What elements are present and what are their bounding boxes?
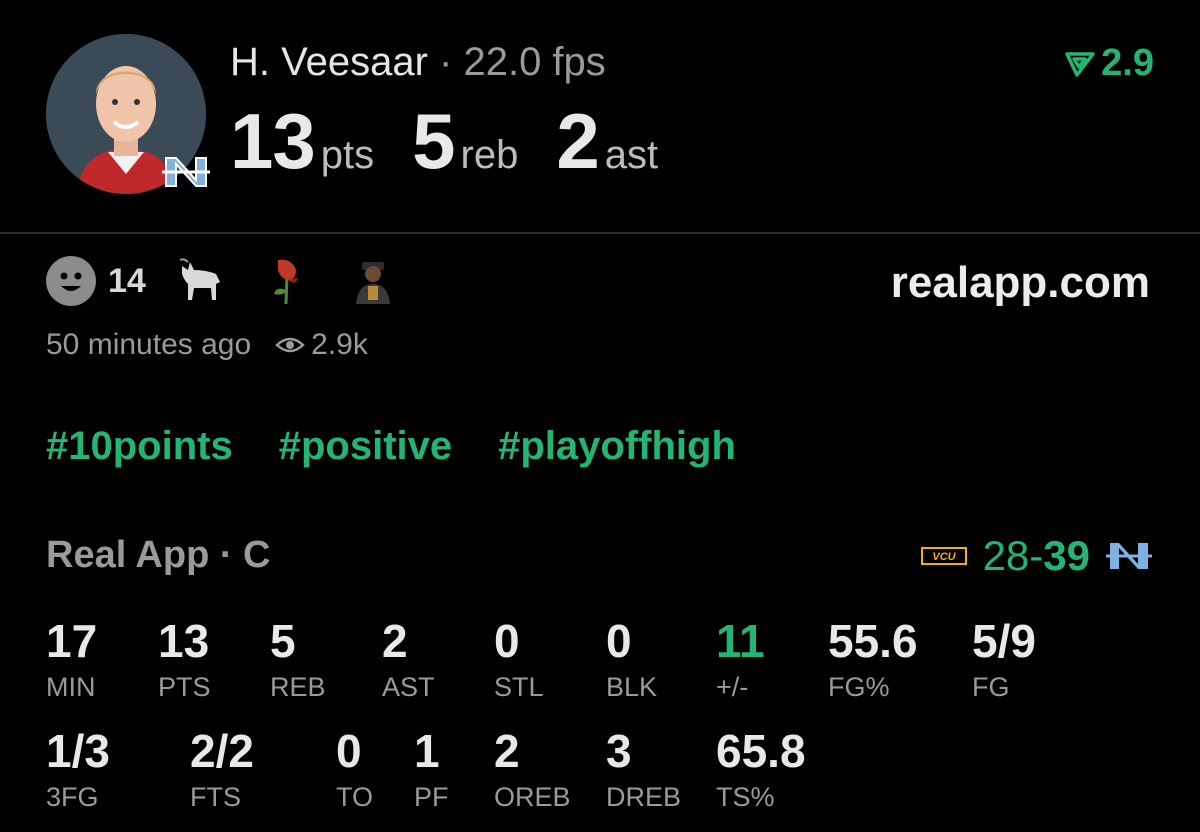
wilted-rose-emoji-icon[interactable] [262, 256, 312, 306]
stat-dreb: 3 DREB [606, 728, 681, 813]
stat-value: 0 [494, 615, 520, 667]
stat-label: FG% [828, 672, 890, 702]
headline-ast-value: 2 [556, 97, 599, 185]
hashtags: #10points #positive #playoffhigh [46, 424, 736, 469]
stat-oreb: 2 OREB [494, 728, 571, 813]
stat-value: 2/2 [190, 725, 254, 777]
score: 28-39 [983, 532, 1090, 580]
score-away: 28 [982, 532, 1030, 579]
stat-value: 0 [606, 615, 632, 667]
unc-logo-icon [160, 150, 212, 194]
real-rating-icon [1065, 51, 1095, 77]
post-time: 50 minutes ago [46, 328, 252, 361]
stat-label: 3FG [46, 782, 99, 812]
stat-label: DREB [606, 782, 682, 812]
headline-ast-unit: ast [604, 133, 659, 177]
name-separator: · [439, 40, 453, 84]
game-score[interactable]: VCU 28-39 [919, 532, 1154, 580]
stat-to: 0 TO [336, 728, 373, 813]
stat-value: 1 [414, 725, 440, 777]
stat-value: 5 [270, 615, 296, 667]
stat-value: 65.8 [716, 725, 806, 777]
stat-fts: 2/2 FTS [190, 728, 254, 813]
league-position: Real App · C [46, 534, 271, 576]
hashtag[interactable]: #playoffhigh [498, 424, 736, 469]
stat-fg-pct: 55.6 FG% [828, 618, 918, 703]
stat-label: FTS [190, 782, 241, 812]
stat-pf: 1 PF [414, 728, 449, 813]
stat-label: +/- [716, 672, 749, 702]
stat-value: 3 [606, 725, 632, 777]
stat-label: AST [382, 672, 435, 702]
fantasy-points: 22.0 fps [463, 40, 606, 84]
stat-label: TO [336, 782, 374, 812]
reactions-bar: 14 [46, 256, 434, 306]
stat-plus-minus: 11 +/- [716, 618, 765, 703]
stat-value: 2 [494, 725, 520, 777]
stat-pts: 13 PTS [158, 618, 211, 703]
unc-logo-icon [1106, 543, 1152, 569]
stat-value: 11 [716, 615, 765, 667]
stat-value: 5/9 [972, 615, 1036, 667]
player-name-line: H. Veesaar · 22.0 fps [230, 40, 606, 85]
hashtag[interactable]: #10points [46, 424, 233, 469]
stat-label: FG [972, 672, 1010, 702]
view-count: 2.9k [311, 328, 368, 361]
post-meta: 50 minutes ago 2.9k [46, 328, 368, 362]
stat-label: PTS [158, 672, 211, 702]
headline-reb-value: 5 [412, 97, 455, 185]
stat-label: STL [494, 672, 544, 702]
stat-label: BLK [606, 672, 658, 702]
goat-emoji-icon[interactable] [176, 256, 226, 306]
vcu-logo-icon: VCU [920, 547, 967, 565]
stat-ts-pct: 65.8 TS% [716, 728, 806, 813]
stat-reb: 5 REB [270, 618, 326, 703]
headline-pts-unit: pts [320, 133, 375, 177]
stat-3fg: 1/3 3FG [46, 728, 110, 813]
site-link[interactable]: realapp.com [891, 258, 1150, 308]
stat-label: REB [270, 672, 326, 702]
reaction-count: 14 [108, 261, 146, 300]
stat-value: 1/3 [46, 725, 110, 777]
smiley-reaction-icon[interactable] [46, 256, 96, 306]
stat-value: 55.6 [828, 615, 918, 667]
vcu-logo-text: VCU [932, 551, 956, 563]
views: 2.9k [275, 328, 368, 362]
stat-value: 17 [46, 615, 98, 667]
stat-blk: 0 BLK [606, 618, 657, 703]
stat-value: 13 [158, 615, 210, 667]
stat-value: 2 [382, 615, 408, 667]
player-name[interactable]: H. Veesaar [230, 40, 428, 84]
stat-label: MIN [46, 672, 96, 702]
person-emoji-icon[interactable] [348, 256, 398, 306]
stat-stl: 0 STL [494, 618, 544, 703]
headline-reb-unit: reb [460, 133, 519, 177]
stat-min: 17 MIN [46, 618, 97, 703]
real-rating-badge[interactable]: 2.9 [1065, 42, 1154, 85]
hashtag[interactable]: #positive [279, 424, 452, 469]
headline-pts-value: 13 [230, 97, 316, 185]
eye-icon [275, 337, 305, 353]
stat-value: 0 [336, 725, 362, 777]
stat-label: OREB [494, 782, 571, 812]
score-home: 39 [1043, 532, 1090, 579]
stat-fg: 5/9 FG [972, 618, 1036, 703]
stat-label: PF [414, 782, 449, 812]
divider [0, 232, 1200, 234]
headline-stats: 13 pts 5 reb 2 ast [230, 96, 696, 187]
score-dash: - [1029, 532, 1044, 579]
real-rating-value: 2.9 [1101, 42, 1154, 84]
stat-ast: 2 AST [382, 618, 435, 703]
stat-label: TS% [716, 782, 775, 812]
